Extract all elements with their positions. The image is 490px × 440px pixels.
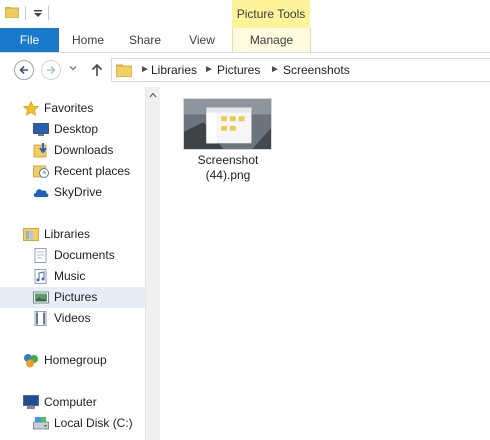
music-icon <box>34 269 47 284</box>
customize-qat-icon[interactable] <box>31 6 45 20</box>
title-bar: Picture Tools <box>0 0 490 28</box>
skydrive-icon <box>33 189 49 197</box>
nav-pictures-label: Pictures <box>54 290 98 304</box>
homegroup-icon <box>24 354 38 368</box>
documents-icon <box>34 248 47 263</box>
star-icon <box>23 101 39 116</box>
file-item[interactable]: Screenshot (44).png <box>182 97 274 187</box>
nav-videos-label: Videos <box>54 311 91 325</box>
file-name: Screenshot (44).png <box>182 153 274 183</box>
tab-manage[interactable]: Manage <box>232 28 311 52</box>
navigation-pane: Favorites Desktop Downloads Recent place… <box>0 87 145 440</box>
image-thumbnail <box>183 98 272 150</box>
nav-documents-label: Documents <box>54 248 115 262</box>
videos-icon <box>34 311 47 326</box>
picture-tools-header: Picture Tools <box>232 0 310 28</box>
breadcrumb-separator-icon[interactable]: ► <box>270 59 280 81</box>
nav-music[interactable]: Music <box>0 266 145 287</box>
local-disk-icon <box>33 417 49 430</box>
tab-view[interactable]: View <box>181 28 223 52</box>
breadcrumb-libraries[interactable]: Libraries <box>151 59 197 81</box>
nav-desktop[interactable]: Desktop <box>0 119 145 140</box>
nav-local-disk-label: Local Disk (C:) <box>54 416 133 430</box>
nav-local-disk[interactable]: Local Disk (C:) <box>0 413 145 434</box>
nav-documents[interactable]: Documents <box>0 245 145 266</box>
recent-locations-chevron-icon[interactable] <box>69 64 77 72</box>
breadcrumb-pictures[interactable]: Pictures <box>217 59 260 81</box>
recent-places-icon <box>33 165 49 178</box>
nav-homegroup[interactable]: Homegroup <box>0 350 145 371</box>
file-name-line2: (44).png <box>205 168 251 182</box>
scroll-up-icon[interactable] <box>149 92 157 98</box>
qat-separator <box>25 6 26 20</box>
navigation-bar: ► Libraries ► Pictures ► Screenshots <box>0 53 490 88</box>
nav-computer[interactable]: Computer <box>0 392 145 413</box>
pictures-icon <box>33 291 49 304</box>
nav-libraries-label: Libraries <box>44 227 91 241</box>
breadcrumb-separator-icon[interactable]: ► <box>140 59 150 81</box>
nav-downloads-label: Downloads <box>54 143 114 157</box>
address-bar[interactable]: ► Libraries ► Pictures ► Screenshots <box>111 58 490 82</box>
desktop-icon <box>33 123 49 136</box>
nav-recent-places[interactable]: Recent places <box>0 161 145 182</box>
forward-arrow-icon <box>47 65 56 75</box>
nav-pictures[interactable]: Pictures <box>0 287 145 308</box>
ribbon-tabs: File Home Share View Manage <box>0 28 490 53</box>
breadcrumb-separator-icon[interactable]: ► <box>204 59 214 81</box>
file-name-line1: Screenshot <box>197 153 259 167</box>
nav-videos[interactable]: Videos <box>0 308 145 329</box>
qat-separator <box>48 6 49 20</box>
forward-button[interactable] <box>41 60 61 80</box>
libraries-icon <box>23 228 39 241</box>
nav-computer-label: Computer <box>44 395 97 409</box>
nav-downloads[interactable]: Downloads <box>0 140 145 161</box>
nav-skydrive[interactable]: SkyDrive <box>0 182 145 203</box>
nav-music-label: Music <box>54 269 86 283</box>
nav-recent-places-label: Recent places <box>54 164 131 178</box>
folder-icon[interactable] <box>5 6 19 18</box>
nav-skydrive-label: SkyDrive <box>54 185 103 199</box>
computer-icon <box>23 395 39 409</box>
tab-home[interactable]: Home <box>67 28 109 52</box>
breadcrumb-screenshots[interactable]: Screenshots <box>283 59 350 81</box>
downloads-icon <box>33 143 47 158</box>
nav-libraries[interactable]: Libraries <box>0 224 145 245</box>
nav-favorites-label: Favorites <box>44 101 94 115</box>
tab-share[interactable]: Share <box>124 28 166 52</box>
file-list: Screenshot (44).png <box>160 87 490 440</box>
back-arrow-icon <box>19 65 28 75</box>
back-button[interactable] <box>14 60 34 80</box>
up-arrow-icon[interactable] <box>90 62 104 78</box>
tab-file[interactable]: File <box>0 28 59 52</box>
nav-homegroup-label: Homegroup <box>44 353 107 367</box>
nav-desktop-label: Desktop <box>54 122 99 136</box>
nav-favorites[interactable]: Favorites <box>0 98 145 119</box>
folder-icon <box>116 64 132 77</box>
nav-pane-scrollbar[interactable] <box>145 87 160 440</box>
